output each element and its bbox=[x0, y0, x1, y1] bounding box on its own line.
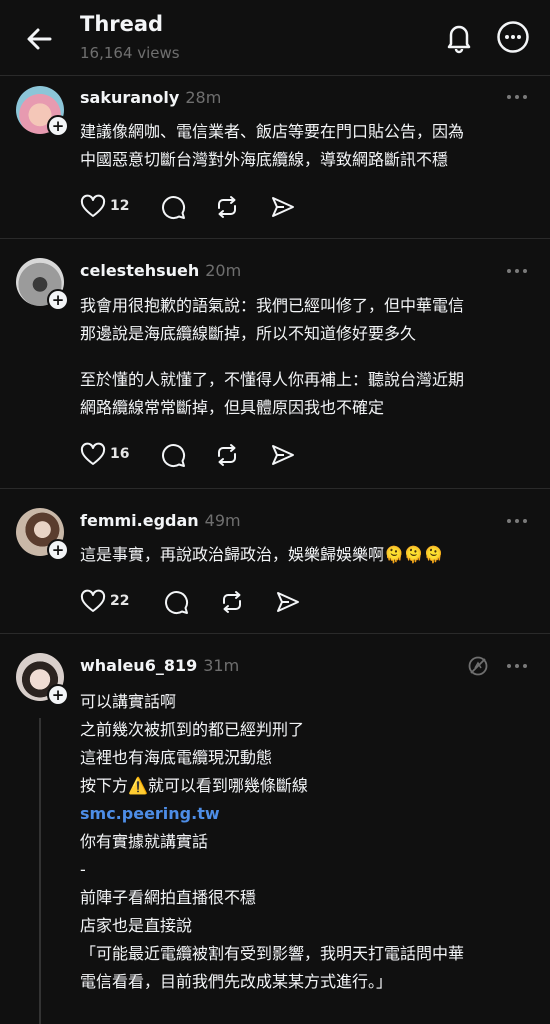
follow-button[interactable]: + bbox=[47, 115, 69, 137]
heart-icon bbox=[80, 194, 106, 217]
thread-post: + femmi.egdan 49m 這是事實，再說政治歸政治，娛樂歸娛樂啊🫠🫠🫠 … bbox=[0, 489, 550, 634]
like-button[interactable]: 16 bbox=[80, 442, 129, 468]
thread-connector-line bbox=[39, 718, 41, 1024]
more-horizontal-icon[interactable] bbox=[505, 516, 529, 526]
post-author[interactable]: sakuranoly 28m bbox=[80, 88, 221, 107]
comment-icon[interactable] bbox=[163, 589, 189, 615]
heart-icon bbox=[80, 589, 106, 612]
send-icon[interactable] bbox=[270, 194, 296, 220]
post-text: 我會用很抱歉的語氣說：我們已經叫修了，但中華電信 那邊說是海底纜線斷掉，所以不知… bbox=[80, 296, 465, 417]
like-button[interactable]: 22 bbox=[80, 589, 129, 615]
post-text: 這是事實，再說政治歸政治，娛樂歸娛樂啊🫠🫠🫠 bbox=[80, 545, 444, 564]
top-bar: Thread 16,164 views bbox=[0, 0, 550, 76]
thread-post: + whaleu6_819 31m 可以講實話啊 之前幾次被抓到的都已經判刑了 這… bbox=[0, 634, 550, 1024]
send-icon[interactable] bbox=[270, 442, 296, 468]
heart-icon bbox=[80, 442, 106, 465]
post-time: 31m bbox=[203, 656, 240, 675]
translate-off-icon[interactable] bbox=[467, 655, 489, 677]
like-count: 16 bbox=[110, 446, 130, 462]
post-time: 49m bbox=[204, 511, 241, 530]
post-actions: 12 bbox=[80, 194, 320, 220]
follow-button[interactable]: + bbox=[47, 684, 69, 706]
thread-post: + sakuranoly 28m 建議像網咖、電信業者、飯店等要在門口貼公告，因為… bbox=[0, 76, 550, 239]
post-text: 建議像網咖、電信業者、飯店等要在門口貼公告，因為 中國惡意切斷台灣對外海底纜線，… bbox=[80, 122, 465, 169]
comment-icon[interactable] bbox=[160, 442, 186, 468]
more-horizontal-icon[interactable] bbox=[505, 92, 529, 102]
repost-icon[interactable] bbox=[214, 194, 240, 220]
more-horizontal-icon[interactable] bbox=[505, 266, 529, 276]
thread-post: + celestehsueh 20m 我會用很抱歉的語氣說：我們已經叫修了，但中華… bbox=[0, 239, 550, 489]
follow-button[interactable]: + bbox=[47, 539, 69, 561]
post-actions: 16 bbox=[80, 442, 320, 468]
repost-icon[interactable] bbox=[219, 589, 245, 615]
view-count: 16,164 views bbox=[80, 44, 180, 62]
send-icon[interactable] bbox=[275, 589, 301, 615]
follow-button[interactable]: + bbox=[47, 289, 69, 311]
like-button[interactable]: 12 bbox=[80, 194, 129, 220]
post-author[interactable]: femmi.egdan 49m bbox=[80, 511, 241, 530]
post-author[interactable]: celestehsueh 20m bbox=[80, 261, 241, 280]
more-horizontal-icon[interactable] bbox=[505, 661, 529, 671]
bell-icon[interactable] bbox=[442, 20, 476, 54]
like-count: 22 bbox=[110, 593, 130, 609]
repost-icon[interactable] bbox=[214, 442, 240, 468]
external-link[interactable]: smc.peering.tw bbox=[80, 800, 540, 828]
post-time: 20m bbox=[205, 261, 242, 280]
back-arrow-icon[interactable] bbox=[22, 22, 56, 56]
post-actions: 22 bbox=[80, 589, 320, 615]
like-count: 12 bbox=[110, 198, 130, 214]
comment-icon[interactable] bbox=[160, 194, 186, 220]
post-time: 28m bbox=[185, 88, 222, 107]
page-title: Thread bbox=[80, 12, 164, 36]
post-text: 可以講實話啊 之前幾次被抓到的都已經判刑了 這裡也有海底電纜現況動態 按下方⚠️… bbox=[80, 688, 540, 996]
post-author[interactable]: whaleu6_819 31m bbox=[80, 656, 239, 675]
more-options-icon[interactable] bbox=[496, 20, 530, 54]
